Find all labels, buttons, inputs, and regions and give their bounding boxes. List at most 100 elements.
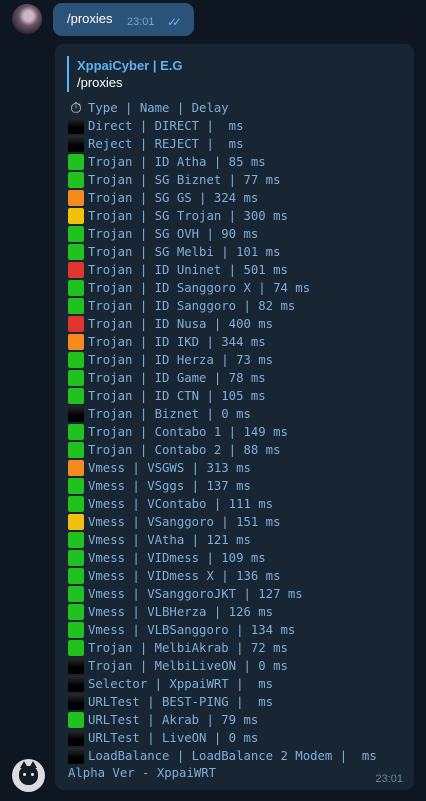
proxy-row: Trojan | ID Nusa | 400 ms — [68, 315, 377, 333]
status-square-icon — [68, 334, 84, 350]
status-square-icon — [68, 118, 84, 134]
status-square-icon — [68, 694, 84, 710]
proxy-row: Trojan | MelbiLiveON | 0 ms — [68, 657, 377, 675]
proxy-row: Trojan | ID Sanggoro X | 74 ms — [68, 279, 377, 297]
incoming-message[interactable]: XppaiCyber | E.G /proxies ⏱ Type | Name … — [55, 44, 414, 790]
proxy-row-text: Reject | REJECT | ms — [88, 137, 244, 151]
status-square-icon — [68, 388, 84, 404]
outgoing-message-text: /proxies — [67, 11, 113, 26]
status-square-icon — [68, 136, 84, 152]
reply-author: XppaiCyber | E.G — [77, 58, 183, 73]
proxy-row: Trojan | Contabo 1 | 149 ms — [68, 423, 377, 441]
status-square-icon — [68, 460, 84, 476]
proxy-row-text: Trojan | ID Nusa | 400 ms — [88, 317, 274, 331]
status-square-icon — [68, 748, 84, 764]
proxy-row-text: Trojan | SG GS | 324 ms — [88, 191, 259, 205]
proxy-row-text: Trojan | MelbiLiveON | 0 ms — [88, 659, 288, 673]
proxy-row-text: Vmess | VIDmess X | 136 ms — [88, 569, 281, 583]
status-square-icon — [68, 280, 84, 296]
status-square-icon — [68, 730, 84, 746]
proxy-row-text: Vmess | VIDmess | 109 ms — [88, 551, 266, 565]
user-avatar[interactable] — [12, 4, 42, 34]
proxy-row: URLTest | LiveON | 0 ms — [68, 729, 377, 747]
status-square-icon — [68, 406, 84, 422]
status-square-icon — [68, 316, 84, 332]
outgoing-message[interactable]: /proxies 23:01 ✓✓ — [53, 3, 194, 36]
proxy-row: Trojan | ID IKD | 344 ms — [68, 333, 377, 351]
proxy-row: Trojan | SG Melbi | 101 ms — [68, 243, 377, 261]
proxy-row-text: Vmess | VLBHerza | 126 ms — [88, 605, 274, 619]
proxy-row: Trojan | ID Herza | 73 ms — [68, 351, 377, 369]
proxy-row: URLTest | Akrab | 79 ms — [68, 711, 377, 729]
outgoing-message-time: 23:01 — [127, 16, 155, 28]
proxy-row: Vmess | VSggs | 137 ms — [68, 477, 377, 495]
proxy-row-text: Trojan | ID Game | 78 ms — [88, 371, 266, 385]
stopwatch-icon: ⏱ — [70, 99, 82, 117]
proxy-row: Trojan | SG OVH | 90 ms — [68, 225, 377, 243]
proxy-row-text: Vmess | VSggs | 137 ms — [88, 479, 251, 493]
incoming-message-time: 23:01 — [375, 773, 403, 785]
proxy-row-text: Vmess | VSanggoroJKT | 127 ms — [88, 587, 303, 601]
status-square-icon — [68, 190, 84, 206]
proxy-row: Trojan | ID Atha | 85 ms — [68, 153, 377, 171]
status-square-icon — [68, 298, 84, 314]
proxy-row-text: URLTest | BEST-PING | ms — [88, 695, 274, 709]
proxy-row-text: Vmess | VSGWS | 313 ms — [88, 461, 251, 475]
proxy-row-text: Trojan | ID Atha | 85 ms — [88, 155, 266, 169]
reply-preview[interactable]: XppaiCyber | E.G /proxies — [67, 56, 317, 92]
message-footer: Alpha Ver - XppaiWRT — [68, 766, 217, 780]
proxy-row-text: URLTest | LiveON | 0 ms — [88, 731, 259, 745]
proxy-row: Vmess | VContabo | 111 ms — [68, 495, 377, 513]
status-square-icon — [68, 514, 84, 530]
proxy-row-text: Vmess | VContabo | 111 ms — [88, 497, 274, 511]
status-square-icon — [68, 262, 84, 278]
proxy-row: Selector | XppaiWRT | ms — [68, 675, 377, 693]
proxy-row-text: Trojan | ID Sanggoro X | 74 ms — [88, 281, 311, 295]
proxy-row: Vmess | VIDmess X | 136 ms — [68, 567, 377, 585]
proxy-row: Trojan | Biznet | 0 ms — [68, 405, 377, 423]
proxy-row-text: Trojan | ID Sanggoro | 82 ms — [88, 299, 296, 313]
reply-text: /proxies — [77, 75, 123, 90]
proxy-row: Direct | DIRECT | ms — [68, 117, 377, 135]
status-square-icon — [68, 550, 84, 566]
proxy-row-text: URLTest | Akrab | 79 ms — [88, 713, 259, 727]
status-square-icon — [68, 658, 84, 674]
proxy-row-text: Trojan | ID IKD | 344 ms — [88, 335, 266, 349]
proxy-row: Trojan | SG GS | 324 ms — [68, 189, 377, 207]
status-square-icon — [68, 244, 84, 260]
proxy-row: Reject | REJECT | ms — [68, 135, 377, 153]
status-square-icon — [68, 640, 84, 656]
proxy-row: Vmess | VLBSanggoro | 134 ms — [68, 621, 377, 639]
proxy-row-text: Trojan | SG Melbi | 101 ms — [88, 245, 281, 259]
proxy-row-text: Trojan | ID Herza | 73 ms — [88, 353, 274, 367]
bot-avatar[interactable] — [12, 759, 45, 792]
proxy-row: Vmess | VIDmess | 109 ms — [68, 549, 377, 567]
proxy-row: Trojan | ID Sanggoro | 82 ms — [68, 297, 377, 315]
double-check-icon: ✓✓ — [167, 15, 182, 29]
proxy-row: Trojan | SG Trojan | 300 ms — [68, 207, 377, 225]
status-square-icon — [68, 604, 84, 620]
status-square-icon — [68, 676, 84, 692]
status-square-icon — [68, 442, 84, 458]
proxy-row: Trojan | ID CTN | 105 ms — [68, 387, 377, 405]
status-square-icon — [68, 712, 84, 728]
proxy-row: URLTest | BEST-PING | ms — [68, 693, 377, 711]
proxy-row-text: Trojan | Contabo 1 | 149 ms — [88, 425, 288, 439]
proxy-row-text: Trojan | Contabo 2 | 88 ms — [88, 443, 281, 457]
proxy-row-text: Trojan | MelbiAkrab | 72 ms — [88, 641, 288, 655]
proxy-list: ⏱ Type | Name | Delay Direct | DIRECT | … — [68, 99, 377, 765]
proxy-row: Trojan | ID Uninet | 501 ms — [68, 261, 377, 279]
proxy-row: Vmess | VSanggoroJKT | 127 ms — [68, 585, 377, 603]
status-square-icon — [68, 352, 84, 368]
proxy-row-text: Vmess | VAtha | 121 ms — [88, 533, 251, 547]
status-square-icon — [68, 622, 84, 638]
proxy-row: Vmess | VLBHerza | 126 ms — [68, 603, 377, 621]
proxy-row-text: Trojan | ID Uninet | 501 ms — [88, 263, 288, 277]
proxy-row-text: Trojan | ID CTN | 105 ms — [88, 389, 266, 403]
status-square-icon — [68, 370, 84, 386]
proxy-row: Trojan | SG Biznet | 77 ms — [68, 171, 377, 189]
status-square-icon — [68, 154, 84, 170]
proxy-row: LoadBalance | LoadBalance 2 Modem | ms — [68, 747, 377, 765]
proxy-row-text: Vmess | VSanggoro | 151 ms — [88, 515, 281, 529]
status-square-icon — [68, 424, 84, 440]
